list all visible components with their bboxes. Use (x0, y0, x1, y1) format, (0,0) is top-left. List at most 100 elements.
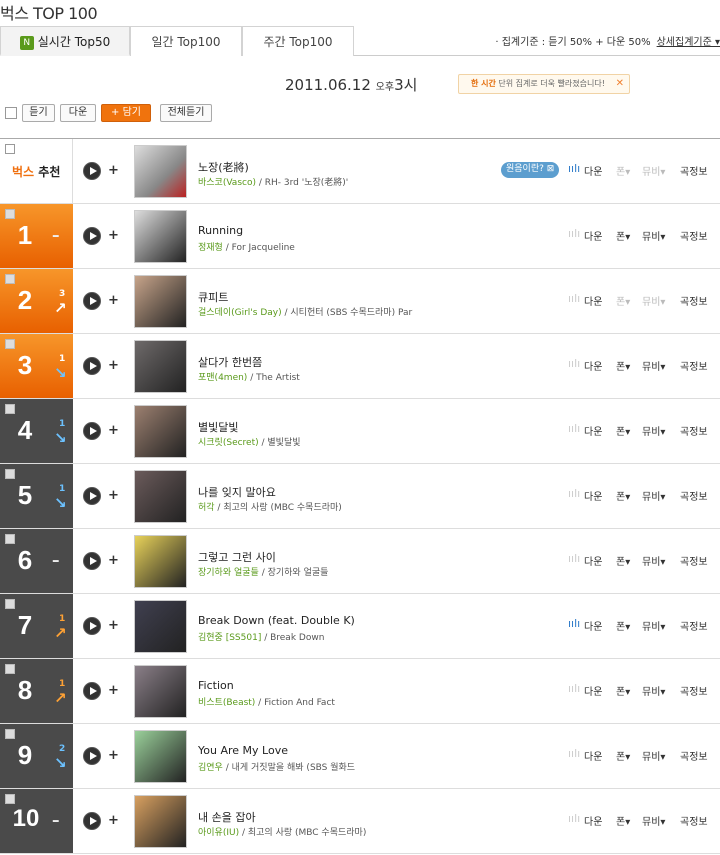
phone-menu[interactable]: 폰▾ (616, 748, 630, 763)
artist-name[interactable]: 허각 (198, 503, 215, 513)
song-info-link[interactable]: 곡정보 (680, 683, 708, 698)
song-title[interactable]: 내 손을 잡아 (198, 809, 256, 825)
phone-menu[interactable]: 폰▾ (616, 423, 630, 438)
album-name[interactable]: The Artist (256, 373, 300, 383)
album-thumb[interactable] (134, 795, 187, 848)
play-button[interactable] (83, 162, 101, 180)
listen-button[interactable]: 듣기 (22, 104, 55, 122)
row-checkbox[interactable] (5, 469, 15, 479)
select-all-checkbox[interactable] (5, 107, 17, 119)
album-thumb[interactable] (134, 730, 187, 783)
song-title[interactable]: 살다가 한번쯤 (198, 354, 262, 370)
equalizer-icon[interactable]: ıılı (568, 552, 580, 565)
download-link[interactable]: 다운 (584, 423, 602, 438)
artist-name[interactable]: 김연우 (198, 763, 223, 773)
download-link[interactable]: 다운 (584, 683, 602, 698)
row-checkbox[interactable] (5, 144, 15, 154)
add-to-list-icon[interactable]: + (108, 553, 119, 568)
song-info-link[interactable]: 곡정보 (680, 813, 708, 828)
album-thumb[interactable] (134, 535, 187, 588)
song-info-link[interactable]: 곡정보 (680, 228, 708, 243)
tab-daily[interactable]: 일간 Top100 (130, 26, 242, 56)
mv-menu[interactable]: 뮤비▾ (642, 488, 665, 503)
phone-menu[interactable]: 폰▾ (616, 293, 630, 308)
album-thumb[interactable] (134, 600, 187, 653)
album-name[interactable]: RH- 3rd '노장(老將)' (265, 178, 349, 188)
album-name[interactable]: 별빛달빛 (267, 438, 300, 448)
album-name[interactable]: Fiction And Fact (264, 698, 335, 708)
phone-menu[interactable]: 폰▾ (616, 553, 630, 568)
play-button[interactable] (83, 357, 101, 375)
equalizer-icon[interactable]: ıılı (568, 617, 580, 630)
album-thumb[interactable] (134, 665, 187, 718)
download-button[interactable]: 다운 (60, 104, 96, 122)
song-title[interactable]: Break Down (feat. Double K) (198, 614, 355, 627)
add-to-list-icon[interactable]: + (108, 228, 119, 243)
song-title[interactable]: You Are My Love (198, 744, 288, 757)
add-to-list-icon[interactable]: + (108, 293, 119, 308)
add-to-list-icon[interactable]: + (108, 358, 119, 373)
add-to-list-icon[interactable]: + (108, 163, 119, 178)
row-checkbox[interactable] (5, 664, 15, 674)
row-checkbox[interactable] (5, 339, 15, 349)
song-info-link[interactable]: 곡정보 (680, 163, 708, 178)
song-info-link[interactable]: 곡정보 (680, 618, 708, 633)
song-info-link[interactable]: 곡정보 (680, 488, 708, 503)
song-info-link[interactable]: 곡정보 (680, 423, 708, 438)
equalizer-icon[interactable]: ıılı (568, 227, 580, 240)
add-to-list-icon[interactable]: + (108, 618, 119, 633)
play-button[interactable] (83, 422, 101, 440)
album-name[interactable]: 내게 거짓말을 해봐 (SBS 월화드 (232, 763, 355, 773)
album-name[interactable]: 장기하와 얼굴들 (268, 568, 329, 578)
row-checkbox[interactable] (5, 209, 15, 219)
song-title[interactable]: Fiction (198, 679, 234, 692)
artist-name[interactable]: 정재형 (198, 243, 223, 253)
phone-menu[interactable]: 폰▾ (616, 163, 630, 178)
equalizer-icon[interactable]: ıılı (568, 422, 580, 435)
album-name[interactable]: Break Down (270, 633, 324, 643)
add-to-list-icon[interactable]: + (108, 423, 119, 438)
add-to-list-icon[interactable]: + (108, 488, 119, 503)
song-info-link[interactable]: 곡정보 (680, 553, 708, 568)
download-link[interactable]: 다운 (584, 813, 602, 828)
row-checkbox[interactable] (5, 404, 15, 414)
equalizer-icon[interactable]: ıılı (568, 747, 580, 760)
mv-menu[interactable]: 뮤비▾ (642, 423, 665, 438)
mv-menu[interactable]: 뮤비▾ (642, 813, 665, 828)
song-info-link[interactable]: 곡정보 (680, 748, 708, 763)
album-thumb[interactable] (134, 210, 187, 263)
album-thumb[interactable] (134, 405, 187, 458)
add-button[interactable]: + 담기 (101, 104, 151, 122)
mv-menu[interactable]: 뮤비▾ (642, 228, 665, 243)
artist-name[interactable]: 걸스데이(Girl's Day) (198, 308, 282, 318)
download-link[interactable]: 다운 (584, 163, 602, 178)
download-link[interactable]: 다운 (584, 748, 602, 763)
artist-name[interactable]: 바스코(Vasco) (198, 178, 256, 188)
play-button[interactable] (83, 812, 101, 830)
download-link[interactable]: 다운 (584, 553, 602, 568)
phone-menu[interactable]: 폰▾ (616, 813, 630, 828)
download-link[interactable]: 다운 (584, 293, 602, 308)
artist-name[interactable]: 시크릿(Secret) (198, 438, 259, 448)
mv-menu[interactable]: 뮤비▾ (642, 293, 665, 308)
song-title[interactable]: 노장(老將) (198, 159, 249, 175)
album-name[interactable]: 시티헌터 (SBS 수목드라마) Par (290, 308, 412, 318)
row-checkbox[interactable] (5, 274, 15, 284)
artist-name[interactable]: 장기하와 얼굴들 (198, 568, 259, 578)
song-title[interactable]: 큐피트 (198, 289, 228, 305)
song-title[interactable]: 나를 잊지 말아요 (198, 484, 276, 500)
album-name[interactable]: For Jacqueline (232, 243, 295, 253)
close-icon[interactable]: ✕ (616, 75, 624, 93)
album-name[interactable]: 최고의 사랑 (MBC 수목드라마) (223, 503, 341, 513)
row-checkbox[interactable] (5, 534, 15, 544)
equalizer-icon[interactable]: ıılı (568, 357, 580, 370)
mv-menu[interactable]: 뮤비▾ (642, 553, 665, 568)
artist-name[interactable]: 포맨(4men) (198, 373, 247, 383)
play-button[interactable] (83, 747, 101, 765)
phone-menu[interactable]: 폰▾ (616, 683, 630, 698)
album-thumb[interactable] (134, 145, 187, 198)
mv-menu[interactable]: 뮤비▾ (642, 163, 665, 178)
play-button[interactable] (83, 227, 101, 245)
phone-menu[interactable]: 폰▾ (616, 488, 630, 503)
play-button[interactable] (83, 682, 101, 700)
